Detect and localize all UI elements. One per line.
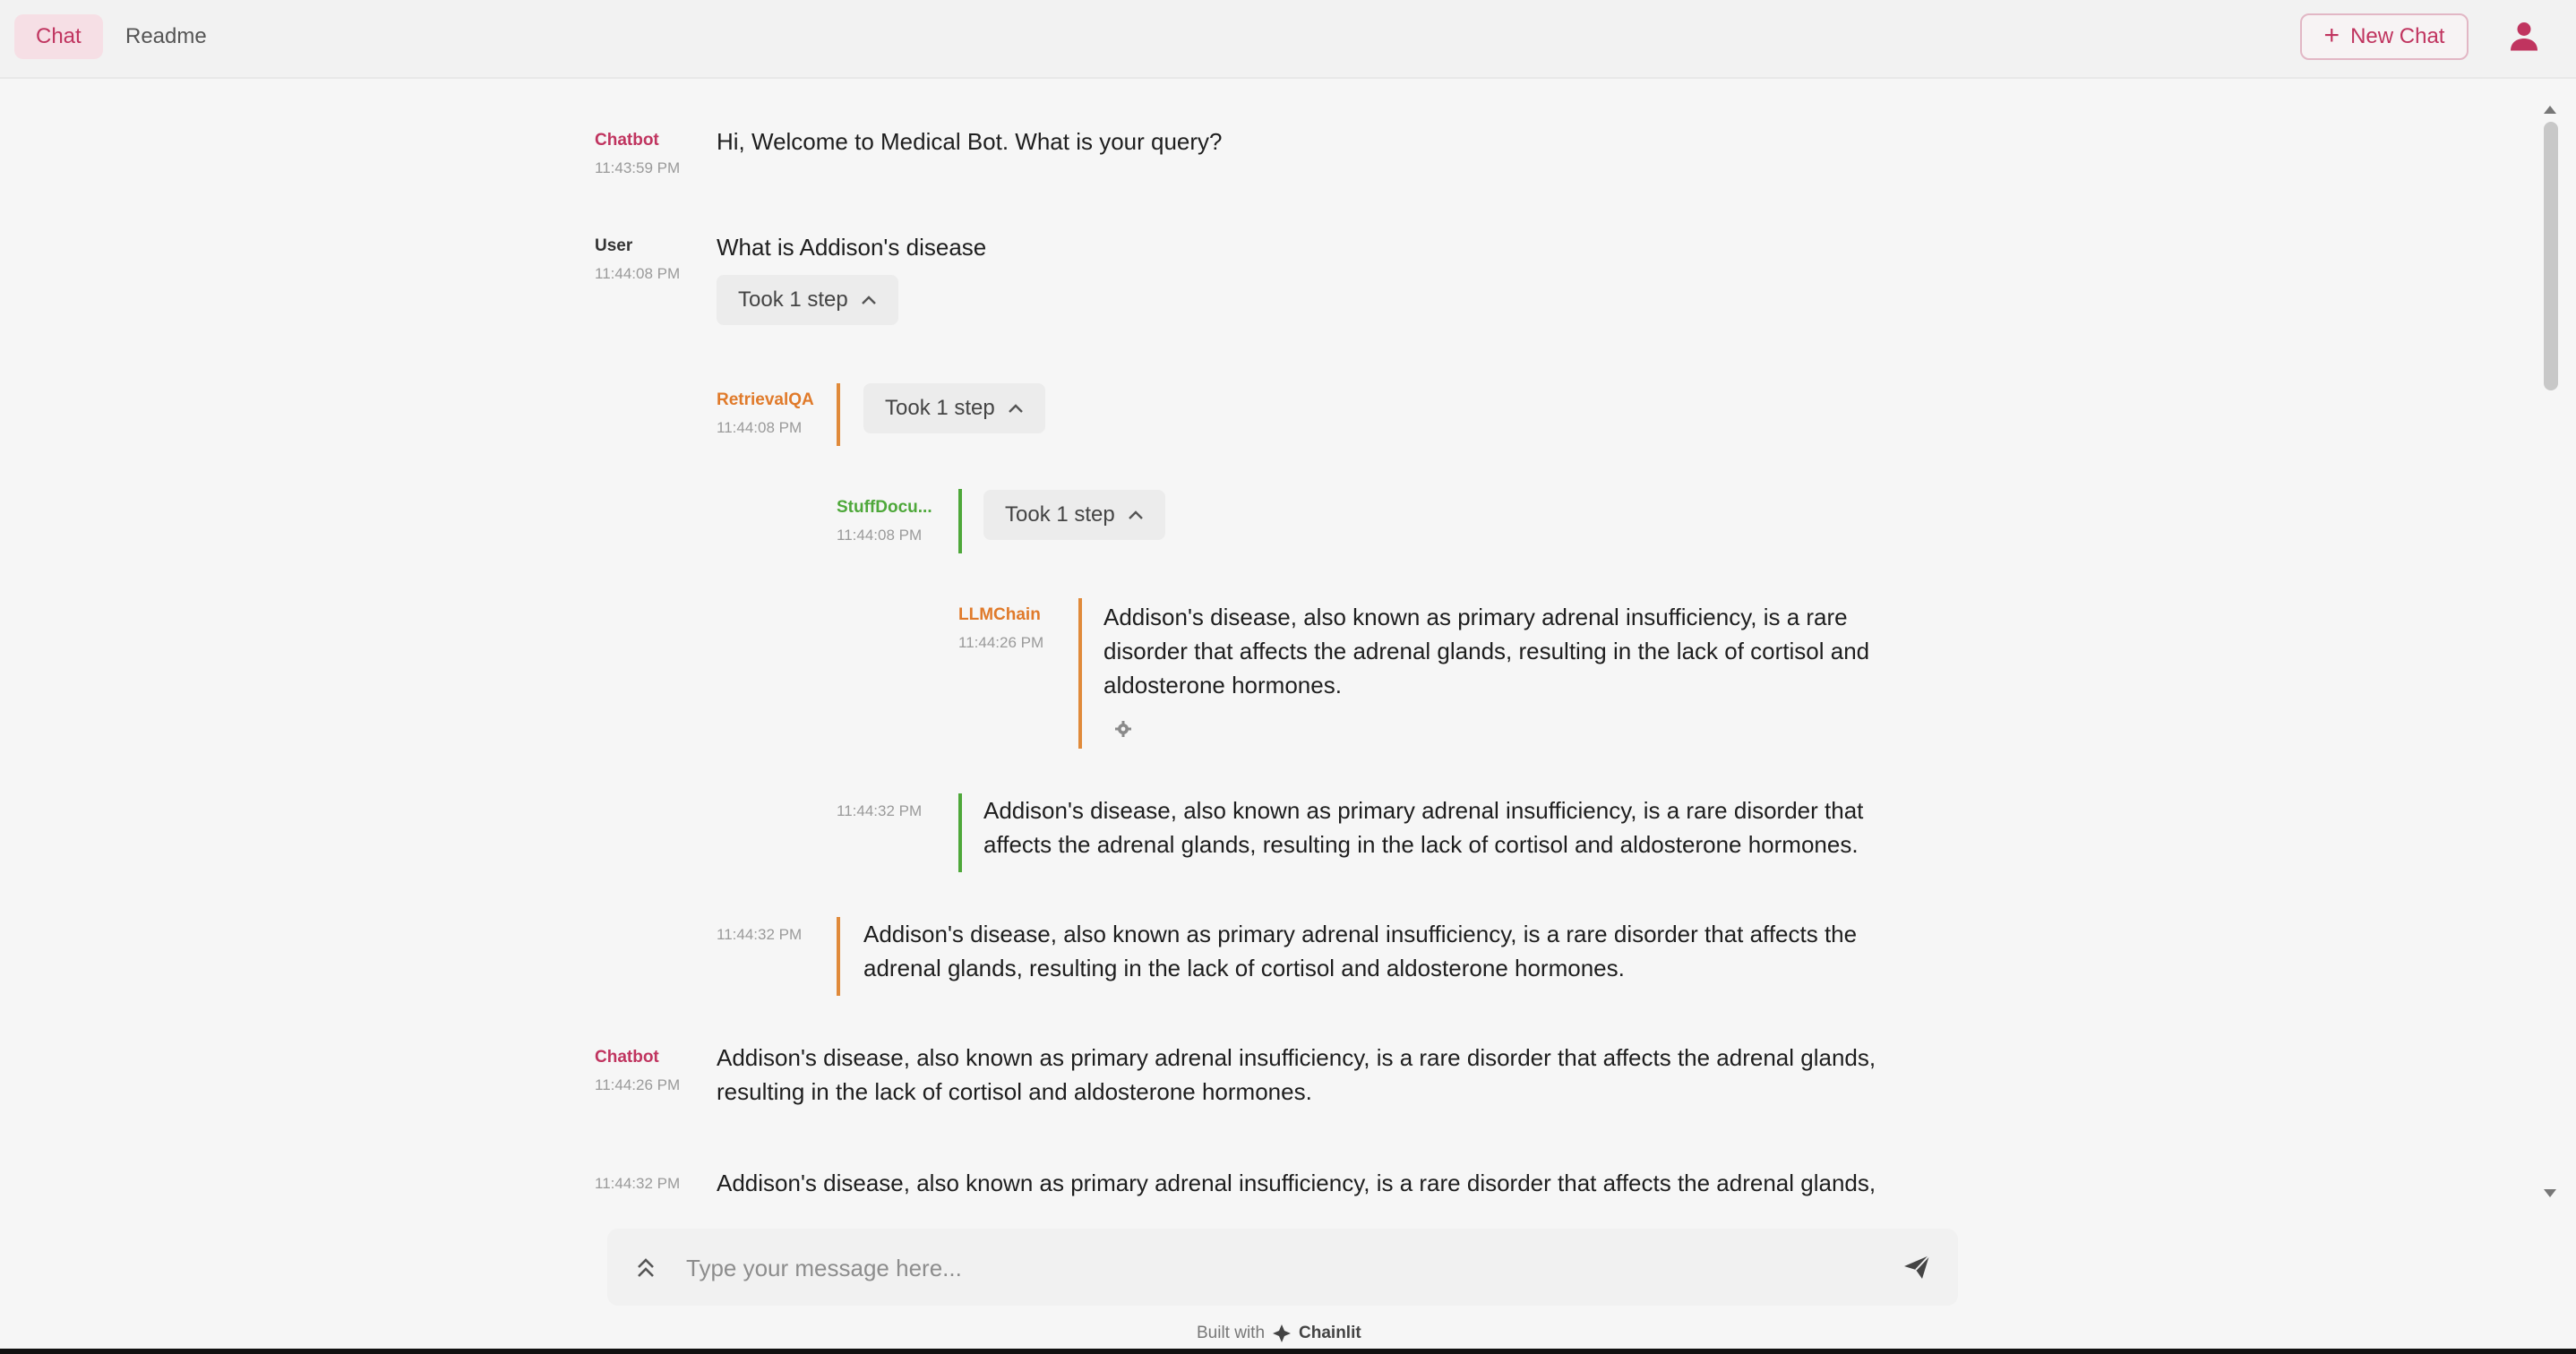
message-composer xyxy=(607,1229,1958,1306)
new-chat-button[interactable]: + New Chat xyxy=(2300,13,2469,60)
message-time: 11:44:08 PM xyxy=(717,419,803,436)
chain-indent-bar xyxy=(837,383,840,446)
step-label: Took 1 step xyxy=(1005,502,1115,527)
step-label: Took 1 step xyxy=(738,287,848,312)
message-text: Addison's disease, also known as primary… xyxy=(863,921,1858,981)
message-text: Addison's disease, also known as primary… xyxy=(983,797,1864,858)
chain-indent-bar xyxy=(837,917,840,996)
plus-icon: + xyxy=(2323,20,2340,50)
message-time: 11:44:26 PM xyxy=(958,634,1044,651)
user-icon[interactable] xyxy=(2508,20,2540,52)
tab-chat[interactable]: Chat xyxy=(14,14,103,59)
took-step-button[interactable]: Took 1 step xyxy=(983,490,1165,540)
took-step-button[interactable]: Took 1 step xyxy=(863,383,1045,433)
message-time: 11:44:32 PM xyxy=(837,802,923,819)
new-chat-label: New Chat xyxy=(2350,24,2445,48)
chainlit-logo-icon xyxy=(1273,1324,1292,1342)
tab-readme[interactable]: Readme xyxy=(104,14,228,59)
message-text: Addison's disease, also known as primary… xyxy=(717,1044,1876,1105)
message-text: What is Addison's disease xyxy=(717,234,987,261)
message-author: RetrievalQA xyxy=(717,390,814,409)
scroll-thumb[interactable] xyxy=(2544,122,2558,390)
message-time: 11:44:32 PM xyxy=(595,1175,681,1192)
message-author: LLMChain xyxy=(958,605,1041,624)
window-bottom-edge xyxy=(0,1349,2576,1354)
built-with-label: Built with xyxy=(1197,1324,1266,1342)
expand-icon[interactable] xyxy=(636,1255,656,1281)
message-text: Addison's disease, also known as primary… xyxy=(717,1170,1876,1196)
scroll-down-arrow-icon[interactable] xyxy=(2544,1189,2556,1197)
chain-indent-bar xyxy=(958,793,962,872)
message-time: 11:44:26 PM xyxy=(595,1076,681,1093)
chevron-up-icon xyxy=(1128,510,1143,519)
message-author: StuffDocu... xyxy=(837,498,932,517)
chain-indent-bar xyxy=(958,489,962,553)
message-time: 11:44:32 PM xyxy=(717,926,803,943)
chain-indent-bar xyxy=(1078,598,1082,749)
step-label: Took 1 step xyxy=(885,396,995,420)
chevron-up-icon xyxy=(1008,404,1023,413)
chevron-up-icon xyxy=(861,296,876,304)
scroll-up-arrow-icon[interactable] xyxy=(2544,106,2556,114)
took-step-button[interactable]: Took 1 step xyxy=(717,275,898,325)
message-time: 11:44:08 PM xyxy=(837,527,923,544)
message-author: Chatbot xyxy=(595,1048,659,1067)
chainlit-brand: Chainlit xyxy=(1299,1324,1361,1342)
message-author: Chatbot xyxy=(595,131,659,150)
message-text: Addison's disease, also known as primary… xyxy=(1103,604,1870,698)
message-input[interactable] xyxy=(684,1247,1852,1290)
message-author: User xyxy=(595,236,633,255)
built-with-footer[interactable]: Built with Chainlit xyxy=(1197,1320,1361,1347)
message-time: 11:44:08 PM xyxy=(595,265,681,282)
top-bar: Chat Readme + New Chat xyxy=(0,0,2576,79)
send-icon[interactable] xyxy=(1902,1254,1931,1281)
message-text: Hi, Welcome to Medical Bot. What is your… xyxy=(717,128,1223,155)
gear-icon[interactable] xyxy=(1114,720,1132,738)
message-time: 11:43:59 PM xyxy=(595,159,681,176)
